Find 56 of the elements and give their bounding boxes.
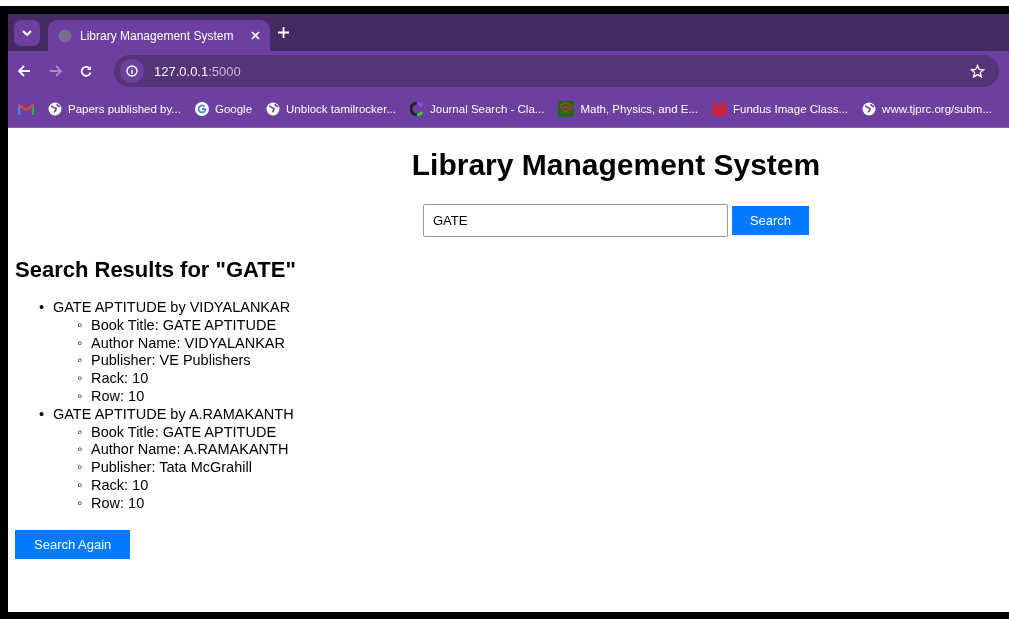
- result-detail: Author Name: A.RAMAKANTH: [91, 441, 289, 460]
- new-tab-icon[interactable]: [278, 27, 289, 38]
- result-detail: Row: 10: [91, 388, 145, 406]
- chevron-down-icon: [22, 29, 32, 36]
- mail-icon: [18, 103, 34, 115]
- result-detail: Rack: 10: [91, 370, 149, 388]
- bookmark[interactable]: Journal Search - Cla...: [410, 102, 545, 116]
- results-heading: Search Results for "GATE": [15, 257, 297, 283]
- bullet: •: [39, 299, 46, 317]
- url-host: 127.0.0.1: [154, 63, 209, 79]
- info-icon: [126, 65, 138, 77]
- result-detail: Row: 10: [91, 494, 145, 513]
- search-field[interactable]: GATE: [422, 204, 728, 237]
- info-button[interactable]: [120, 59, 144, 83]
- result-detail: Book Title: GATE APTITUDE: [91, 316, 277, 335]
- bullet: ◦: [77, 388, 84, 406]
- g-logo-icon: [194, 102, 209, 116]
- bullet: ◦: [77, 334, 84, 353]
- bookmark[interactable]: Fundus Image Class...: [712, 101, 849, 117]
- url-port: :5000: [208, 63, 242, 79]
- bullet: •: [39, 405, 46, 424]
- browser-tab[interactable]: Library Management System: [48, 20, 270, 51]
- search-again-button[interactable]: Search Again: [15, 529, 131, 559]
- bullet: ◦: [77, 441, 84, 460]
- back-icon[interactable]: [18, 65, 31, 77]
- close-icon[interactable]: [251, 31, 260, 40]
- bullet: ◦: [77, 459, 84, 477]
- result-title: GATE APTITUDE by A.RAMAKANTH: [53, 405, 294, 424]
- address-bar[interactable]: 127.0.0.1:5000: [114, 55, 999, 87]
- result-detail: Publisher: Tata McGrahill: [91, 459, 252, 477]
- result-detail: Rack: 10: [91, 476, 149, 495]
- search-button[interactable]: Search: [731, 206, 810, 235]
- bullet: ◦: [77, 352, 84, 371]
- forward-icon[interactable]: [49, 65, 62, 77]
- bookmark[interactable]: www.tjprc.org/subm...: [862, 102, 992, 116]
- bookmark[interactable]: Unblock tamilrocker...: [266, 102, 396, 116]
- result-detail: Book Title: GATE APTITUDE: [91, 423, 277, 442]
- library-logo-icon: [712, 101, 727, 117]
- bookmark[interactable]: Math, Physics, and E...: [558, 101, 698, 117]
- result-detail: Publisher: VE Publishers: [91, 352, 251, 371]
- result-detail: Author Name: VIDYALANKAR: [91, 334, 285, 353]
- bookmark[interactable]: Papers published by...: [48, 102, 181, 116]
- star-icon[interactable]: [970, 63, 985, 79]
- reload-icon[interactable]: [80, 65, 92, 77]
- bullet: ◦: [77, 423, 84, 442]
- bullet: ◦: [77, 494, 84, 513]
- bullet: ◦: [77, 476, 84, 495]
- tab-search-button[interactable]: [14, 19, 40, 46]
- tab-title: Library Management System: [80, 28, 235, 43]
- ring-icon: [410, 102, 424, 116]
- bullet: ◦: [77, 316, 84, 335]
- page-title: Library Management System: [410, 148, 822, 182]
- bullet: ◦: [77, 370, 84, 388]
- bookmark[interactable]: Google: [194, 102, 253, 116]
- waves-icon: [558, 101, 575, 117]
- result-title: GATE APTITUDE by VIDYALANKAR: [53, 299, 291, 317]
